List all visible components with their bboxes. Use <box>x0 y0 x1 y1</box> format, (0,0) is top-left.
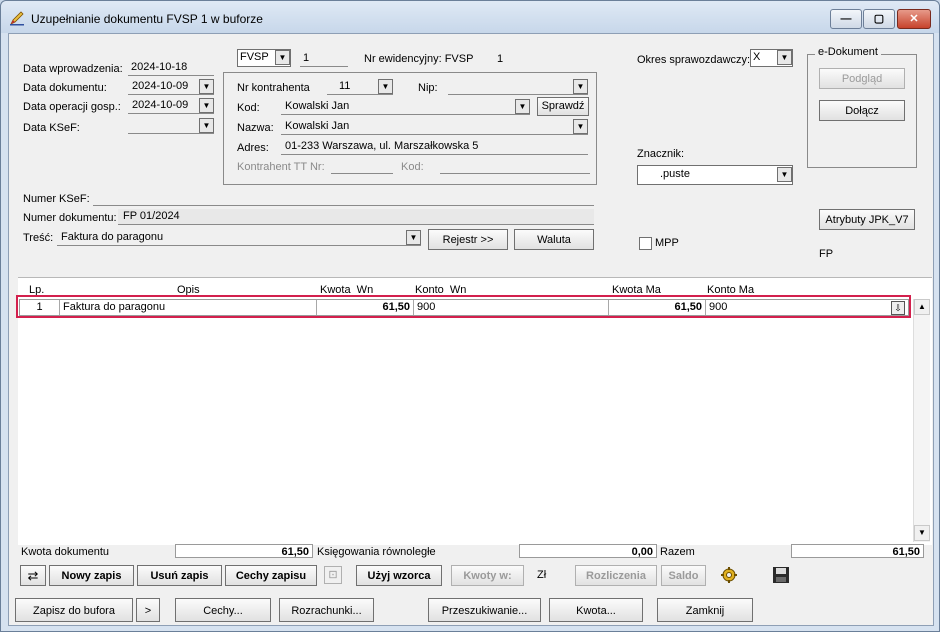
kwota-dokumentu-value: 61,50 <box>175 544 313 558</box>
data-operacji-label: Data operacji gosp.: <box>23 101 121 113</box>
chevron-down-icon[interactable]: ▼ <box>573 119 588 134</box>
nip-label: Nip: <box>418 82 438 94</box>
nr-ewidencyjny-label: Nr ewidencyjny: FVSP <box>364 53 474 65</box>
scroll-down-icon[interactable]: ▼ <box>914 525 930 541</box>
nazwa-label: Nazwa: <box>237 122 274 134</box>
main-window: Uzupełnianie dokumentu FVSP 1 w buforze … <box>0 0 940 632</box>
data-dokumentu-picker[interactable]: 2024-10-09 ▼ <box>128 79 214 95</box>
atrybuty-jpk-button[interactable]: Atrybuty JPK_V7 <box>819 209 915 230</box>
kontrahent-tt-kod-label: Kod: <box>401 161 424 173</box>
chevron-down-icon[interactable]: ▼ <box>199 98 214 113</box>
adres-label: Adres: <box>237 142 269 154</box>
form-client-area: Data wprowadzenia: 2024-10-18 Data dokum… <box>8 33 934 626</box>
save-disk-icon[interactable] <box>772 566 790 584</box>
sprawdz-button[interactable]: Sprawdź <box>537 97 589 116</box>
znacznik-label: Znacznik: <box>637 148 685 160</box>
numer-ksef-field[interactable] <box>93 190 594 206</box>
chevron-down-icon[interactable]: ▼ <box>275 50 290 65</box>
selected-row-highlight <box>16 295 911 318</box>
maximize-button[interactable]: ▢ <box>863 9 895 29</box>
scroll-up-icon[interactable]: ▲ <box>914 299 930 315</box>
chevron-down-icon[interactable]: ▼ <box>573 79 588 94</box>
zamknij-button[interactable]: Zamknij <box>657 598 753 622</box>
razem-value: 61,50 <box>791 544 924 558</box>
data-dokumentu-label: Data dokumentu: <box>23 82 107 94</box>
nazwa-select[interactable]: Kowalski Jan ▼ <box>281 119 588 135</box>
przeszukiwanie-button[interactable]: Przeszukiwanie... <box>428 598 541 622</box>
podglad-button[interactable]: Podgląd <box>819 68 905 89</box>
saldo-button[interactable]: Saldo <box>661 565 706 586</box>
usun-zapis-button[interactable]: Usuń zapis <box>137 565 222 586</box>
numer-dokumentu-label: Numer dokumentu: <box>23 212 117 224</box>
nr-kontrahenta-select[interactable]: 11 ▼ <box>327 79 393 95</box>
tresc-select[interactable]: Faktura do paragonu ▼ <box>57 230 421 246</box>
nowy-zapis-button[interactable]: Nowy zapis <box>49 565 134 586</box>
doc-number-field[interactable]: 1 <box>300 51 348 67</box>
data-ksef-label: Data KSeF: <box>23 122 80 134</box>
numer-ksef-label: Numer KSeF: <box>23 193 90 205</box>
ksiegowania-value: 0,00 <box>519 544 657 558</box>
kontrahent-tt-label: Kontrahent TT Nr: <box>237 161 325 173</box>
data-ksef-picker[interactable]: ▼ <box>128 118 214 134</box>
window-title: Uzupełnianie dokumentu FVSP 1 w buforze <box>31 12 263 26</box>
kontrahent-tt-field[interactable] <box>331 158 393 174</box>
data-wprowadzenia-field: 2024-10-18 <box>128 60 214 76</box>
chevron-down-icon[interactable]: ▼ <box>199 118 214 133</box>
close-button[interactable]: ✕ <box>897 9 931 29</box>
data-operacji-picker[interactable]: 2024-10-09 ▼ <box>128 98 214 114</box>
grid-scrollbar[interactable]: ▲ ▼ <box>913 299 930 542</box>
chevron-down-icon[interactable]: ▼ <box>378 79 393 94</box>
mpp-label: MPP <box>655 237 679 249</box>
chevron-down-icon[interactable]: ▼ <box>777 167 792 182</box>
minimize-button[interactable]: — <box>830 9 862 29</box>
okres-label: Okres sprawozdawczy: <box>637 54 751 66</box>
numer-dokumentu-field[interactable]: FP 01/2024 <box>118 209 594 225</box>
lock-icon[interactable]: ⊡ <box>324 566 342 584</box>
gear-icon[interactable] <box>720 566 738 584</box>
close-icon: ✕ <box>909 13 919 25</box>
mpp-checkbox[interactable] <box>639 237 652 250</box>
cechy-button[interactable]: Cechy... <box>175 598 271 622</box>
zapisz-more-button[interactable]: > <box>136 598 160 622</box>
okres-select[interactable]: X ▼ <box>750 49 793 67</box>
chevron-down-icon[interactable]: ▼ <box>406 230 421 245</box>
minimize-icon: — <box>840 13 852 25</box>
cechy-zapisu-button[interactable]: Cechy zapisu <box>225 565 317 586</box>
maximize-icon: ▢ <box>873 13 885 25</box>
znacznik-select[interactable]: .puste ▼ <box>637 165 793 185</box>
data-wprowadzenia-label: Data wprowadzenia: <box>23 63 123 75</box>
kod-label: Kod: <box>237 102 260 114</box>
kwota-dokumentu-label: Kwota dokumentu <box>21 546 110 558</box>
waluta-button[interactable]: Waluta <box>514 229 594 250</box>
nip-select[interactable]: ▼ <box>448 79 588 95</box>
rejestr-button[interactable]: Rejestr >> <box>428 229 508 250</box>
kontrahent-tt-kod-field[interactable] <box>440 158 590 174</box>
chevron-down-icon[interactable]: ▼ <box>199 79 214 94</box>
fp-label: FP <box>819 248 834 260</box>
ksiegowania-label: Księgowania równoległe <box>317 546 436 558</box>
edokument-legend: e-Dokument <box>815 46 881 58</box>
uzyj-wzorca-button[interactable]: Użyj wzorca <box>356 565 442 586</box>
doc-type-select[interactable]: FVSP ▼ <box>237 49 291 67</box>
nr-kontrahenta-label: Nr kontrahenta <box>237 82 310 94</box>
kwoty-w-button[interactable]: Kwoty w: <box>451 565 524 586</box>
rozliczenia-button[interactable]: Rozliczenia <box>575 565 657 586</box>
nr-ewidencyjny-value: 1 <box>497 53 504 65</box>
kod-select[interactable]: Kowalski Jan ▼ <box>281 99 530 115</box>
razem-label: Razem <box>660 546 695 558</box>
dolacz-button[interactable]: Dołącz <box>819 100 905 121</box>
app-pen-icon <box>10 11 24 26</box>
title-bar: Uzupełnianie dokumentu FVSP 1 w buforze … <box>1 1 939 33</box>
switch-view-icon[interactable]: ⇄ <box>20 565 46 586</box>
currency-label: Zł <box>537 569 547 581</box>
chevron-down-icon[interactable]: ▼ <box>777 50 792 65</box>
rozrachunki-button[interactable]: Rozrachunki... <box>279 598 374 622</box>
kwota-button[interactable]: Kwota... <box>549 598 643 622</box>
tresc-label: Treść: <box>23 232 54 244</box>
chevron-down-icon[interactable]: ▼ <box>515 99 530 114</box>
adres-field[interactable]: 01-233 Warszawa, ul. Marszałkowska 5 <box>281 139 588 155</box>
zapisz-do-bufora-button[interactable]: Zapisz do bufora <box>15 598 133 622</box>
